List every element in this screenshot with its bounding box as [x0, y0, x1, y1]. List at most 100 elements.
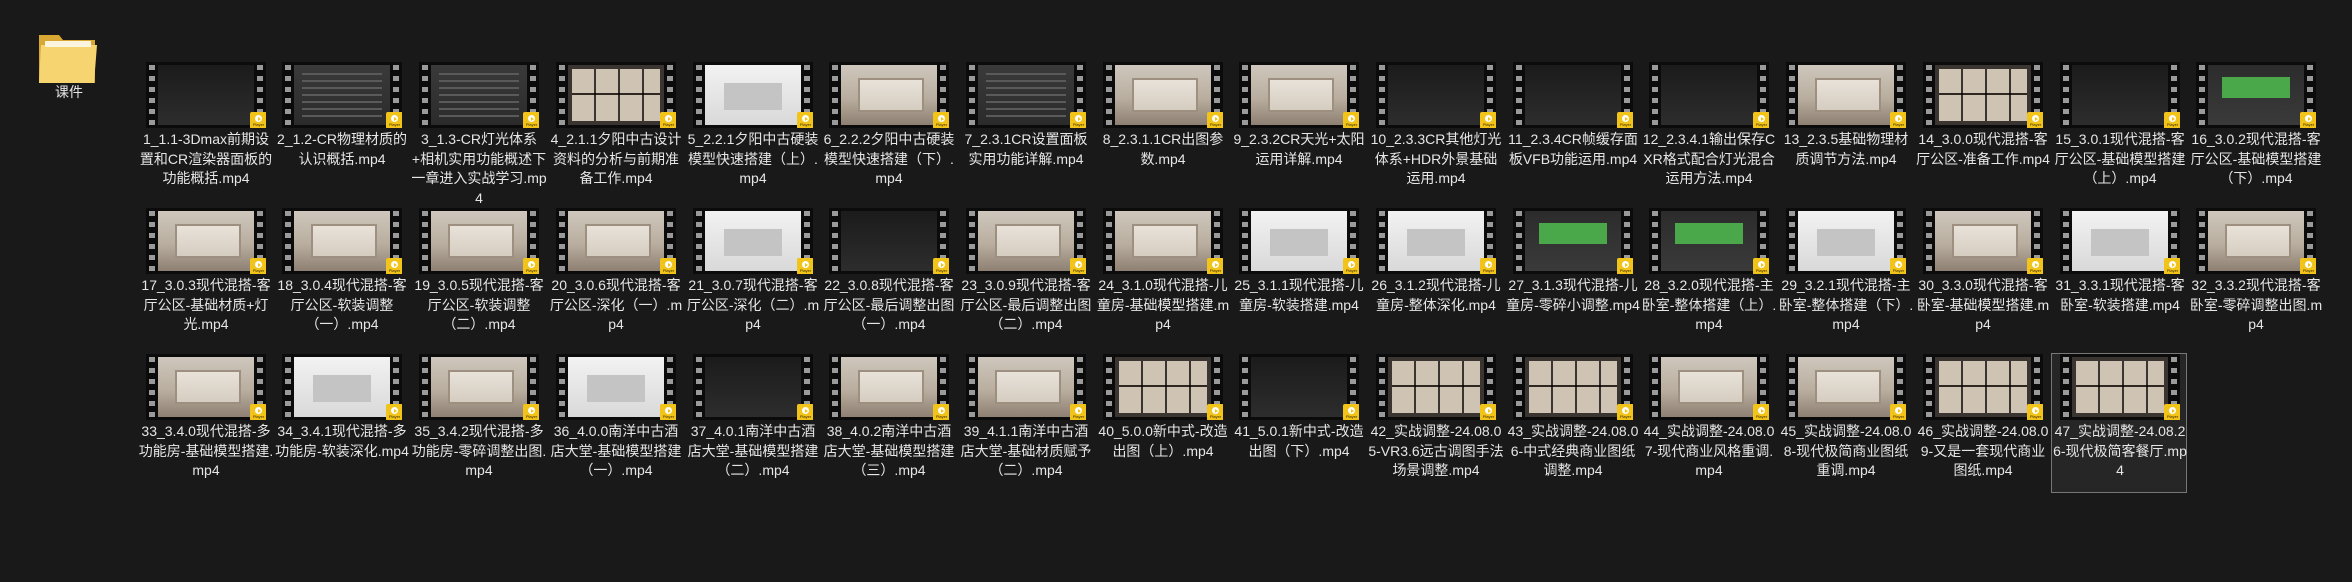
file-item[interactable]: Player 13_2.3.5基础物理材质调节方法.mp4 — [1777, 61, 1913, 201]
file-name: 22_3.0.8现代混搭-客厅公区-最后调整出图（一）.mp4 — [823, 277, 955, 332]
file-item[interactable]: Player 33_3.4.0现代混搭-多功能房-基础模型搭建.mp4 — [137, 353, 273, 493]
file-item[interactable]: Player 12_2.3.4.1输出保存CXR格式配合灯光混合运用方法.mp4 — [1640, 61, 1776, 201]
file-item[interactable]: Player 4_2.1.1夕阳中古设计资料的分析与前期准备工作.mp4 — [547, 61, 683, 201]
thumbnail-frame — [2072, 357, 2168, 417]
file-item[interactable]: Player 25_3.1.1现代混搭-儿童房-软装搭建.mp4 — [1230, 207, 1366, 347]
thumbnail-frame — [1798, 211, 1894, 271]
file-name: 8_2.3.1.1CR出图参数.mp4 — [1102, 131, 1224, 167]
file-item[interactable]: Player 10_2.3.3CR其他灯光体系+HDR外景基础运用.mp4 — [1367, 61, 1503, 201]
file-item[interactable]: Player 24_3.1.0现代混搭-儿童房-基础模型搭建.mp4 — [1094, 207, 1230, 347]
file-item[interactable]: Player 6_2.2.2夕阳中古硬装模型快速搭建（下）.mp4 — [820, 61, 956, 201]
file-item[interactable]: Player 11_2.3.4CR帧缓存面板VFB功能运用.mp4 — [1504, 61, 1640, 201]
player-badge-icon: Player — [2164, 404, 2180, 420]
film-strip-icon — [419, 208, 431, 274]
file-item[interactable]: Player 35_3.4.2现代混搭-多功能房-零碎调整出图.mp4 — [410, 353, 546, 493]
video-thumbnail: Player — [1376, 354, 1496, 420]
film-strip-icon — [693, 62, 705, 128]
file-item[interactable]: Player 39_4.1.1南洋中古酒店大堂-基础材质赋予（二）.mp4 — [957, 353, 1093, 493]
file-item[interactable]: Player 3_1.3-CR灯光体系+相机实用功能概述下一章进入实战学习.mp4 — [410, 61, 547, 206]
file-item[interactable]: Player 20_3.0.6现代混搭-客厅公区-深化（一）.mp4 — [547, 207, 683, 347]
player-badge-icon: Player — [797, 258, 813, 274]
file-name: 2_1.2-CR物理材质的认识概括.mp4 — [277, 131, 407, 167]
file-item[interactable]: Player 15_3.0.1现代混搭-客厅公区-基础模型搭建（上）.mp4 — [2051, 61, 2187, 201]
file-item[interactable]: Player 47_实战调整-24.08.26-现代极简客餐厅.mp4 — [2051, 353, 2187, 493]
file-item[interactable]: Player 8_2.3.1.1CR出图参数.mp4 — [1094, 61, 1230, 201]
file-item[interactable]: Player 32_3.3.2现代混搭-客卧室-零碎调整出图.mp4 — [2187, 207, 2323, 347]
video-thumbnail: Player — [693, 62, 813, 128]
file-item[interactable]: Player 27_3.1.3现代混搭-儿童房-零碎小调整.mp4 — [1504, 207, 1640, 347]
video-thumbnail: Player — [1239, 62, 1359, 128]
video-thumbnail: Player — [282, 208, 402, 274]
file-name: 41_5.0.1新中式-改造出图（下）.mp4 — [1234, 423, 1364, 459]
file-item[interactable]: Player 22_3.0.8现代混搭-客厅公区-最后调整出图（一）.mp4 — [820, 207, 956, 347]
player-badge-icon: Player — [1617, 112, 1633, 128]
file-name: 11_2.3.4CR帧缓存面板VFB功能运用.mp4 — [1508, 131, 1638, 167]
file-item[interactable]: Player 18_3.0.4现代混搭-客厅公区-软装调整（一）.mp4 — [273, 207, 409, 347]
player-badge-icon: Player — [1207, 404, 1223, 420]
file-item[interactable]: Player 38_4.0.2南洋中古酒店大堂-基础模型搭建（三）.mp4 — [820, 353, 956, 493]
thumbnail-frame — [841, 357, 937, 417]
video-thumbnail: Player — [829, 208, 949, 274]
file-item[interactable]: Player 1_1.1-3Dmax前期设置和CR渲染器面板的功能概括.mp4 — [137, 61, 273, 201]
thumbnail-frame — [1935, 357, 2031, 417]
video-thumbnail: Player — [556, 354, 676, 420]
file-name: 24_3.1.0现代混搭-儿童房-基础模型搭建.mp4 — [1096, 277, 1230, 332]
file-item[interactable]: Player 26_3.1.2现代混搭-儿童房-整体深化.mp4 — [1367, 207, 1503, 347]
video-thumbnail: Player — [1923, 208, 2043, 274]
film-strip-icon — [1649, 208, 1661, 274]
file-item[interactable]: Player 16_3.0.2现代混搭-客厅公区-基础模型搭建（下）.mp4 — [2187, 61, 2323, 201]
video-thumbnail: Player — [419, 354, 539, 420]
file-item[interactable]: Player 31_3.3.1现代混搭-客卧室-软装搭建.mp4 — [2051, 207, 2187, 347]
file-item[interactable]: Player 23_3.0.9现代混搭-客厅公区-最后调整出图（二）.mp4 — [957, 207, 1093, 347]
file-name: 40_5.0.0新中式-改造出图（上）.mp4 — [1098, 423, 1228, 459]
video-thumbnail: Player — [1103, 208, 1223, 274]
file-item[interactable]: Player 36_4.0.0南洋中古酒店大堂-基础模型搭建（一）.mp4 — [547, 353, 683, 493]
file-name: 34_3.4.1现代混搭-多功能房-软装深化.mp4 — [275, 423, 409, 459]
file-name: 26_3.1.2现代混搭-儿童房-整体深化.mp4 — [1371, 277, 1501, 313]
file-item[interactable]: Player 5_2.2.1夕阳中古硬装模型快速搭建（上）.mp4 — [684, 61, 820, 201]
file-item[interactable]: Player 46_实战调整-24.08.09-又是一套现代商业图纸.mp4 — [1914, 353, 2050, 493]
file-item[interactable]: Player 29_3.2.1现代混搭-主卧室-整体搭建（下）.mp4 — [1777, 207, 1913, 347]
player-badge-icon: Player — [2027, 112, 2043, 128]
file-item[interactable]: Player 30_3.3.0现代混搭-客卧室-基础模型搭建.mp4 — [1914, 207, 2050, 347]
thumbnail-frame — [1388, 211, 1484, 271]
file-item[interactable]: Player 19_3.0.5现代混搭-客厅公区-软装调整（二）.mp4 — [410, 207, 546, 347]
file-name: 10_2.3.3CR其他灯光体系+HDR外景基础运用.mp4 — [1370, 131, 1502, 186]
player-badge-icon: Player — [2027, 404, 2043, 420]
file-name: 3_1.3-CR灯光体系+相机实用功能概述下一章进入实战学习.mp4 — [411, 131, 547, 206]
file-item[interactable]: Player 28_3.2.0现代混搭-主卧室-整体搭建（上）.mp4 — [1640, 207, 1776, 347]
thumbnail-frame — [978, 211, 1074, 271]
player-badge-icon: Player — [1480, 112, 1496, 128]
file-item[interactable]: Player 42_实战调整-24.08.05-VR3.6远古调图手法场景调整.m… — [1367, 353, 1504, 493]
file-item[interactable]: Player 21_3.0.7现代混搭-客厅公区-深化（二）.mp4 — [684, 207, 820, 347]
player-badge-icon: Player — [933, 112, 949, 128]
file-name: 13_2.3.5基础物理材质调节方法.mp4 — [1783, 131, 1909, 167]
thumbnail-frame — [568, 65, 664, 125]
video-thumbnail: Player — [282, 62, 402, 128]
file-item[interactable]: Player 41_5.0.1新中式-改造出图（下）.mp4 — [1230, 353, 1366, 493]
film-strip-icon — [1786, 62, 1798, 128]
film-strip-icon — [556, 62, 568, 128]
file-item[interactable]: Player 45_实战调整-24.08.08-现代极简商业图纸重调.mp4 — [1777, 353, 1913, 493]
folder-item[interactable]: 课件 — [0, 14, 136, 154]
file-item[interactable]: Player 2_1.2-CR物理材质的认识概括.mp4 — [273, 61, 409, 201]
file-name: 7_2.3.1CR设置面板实用功能详解.mp4 — [964, 131, 1088, 167]
file-item[interactable]: Player 7_2.3.1CR设置面板实用功能详解.mp4 — [957, 61, 1093, 201]
file-item[interactable]: Player 34_3.4.1现代混搭-多功能房-软装深化.mp4 — [273, 353, 409, 493]
file-name: 42_实战调整-24.08.05-VR3.6远古调图手法场景调整.mp4 — [1368, 423, 1504, 478]
file-item[interactable]: Player 44_实战调整-24.08.07-现代商业风格重调.mp4 — [1640, 353, 1776, 493]
video-thumbnail: Player — [966, 354, 1086, 420]
player-badge-icon: Player — [660, 258, 676, 274]
video-thumbnail: Player — [2060, 208, 2180, 274]
thumbnail-frame — [1525, 211, 1621, 271]
file-item[interactable]: Player 37_4.0.1南洋中古酒店大堂-基础模型搭建（二）.mp4 — [684, 353, 820, 493]
file-item[interactable]: Player 9_2.3.2CR天光+太阳运用详解.mp4 — [1230, 61, 1366, 201]
file-item[interactable]: Player 17_3.0.3现代混搭-客厅公区-基础材质+灯光.mp4 — [137, 207, 273, 347]
video-thumbnail: Player — [146, 208, 266, 274]
file-item[interactable]: Player 14_3.0.0现代混搭-客厅公区-准备工作.mp4 — [1914, 61, 2050, 201]
film-strip-icon — [1376, 354, 1388, 420]
file-item[interactable]: Player 40_5.0.0新中式-改造出图（上）.mp4 — [1094, 353, 1230, 493]
file-item[interactable]: Player 43_实战调整-24.08.06-中式经典商业图纸调整.mp4 — [1504, 353, 1640, 493]
video-thumbnail: Player — [1786, 208, 1906, 274]
video-thumbnail: Player — [1923, 62, 2043, 128]
